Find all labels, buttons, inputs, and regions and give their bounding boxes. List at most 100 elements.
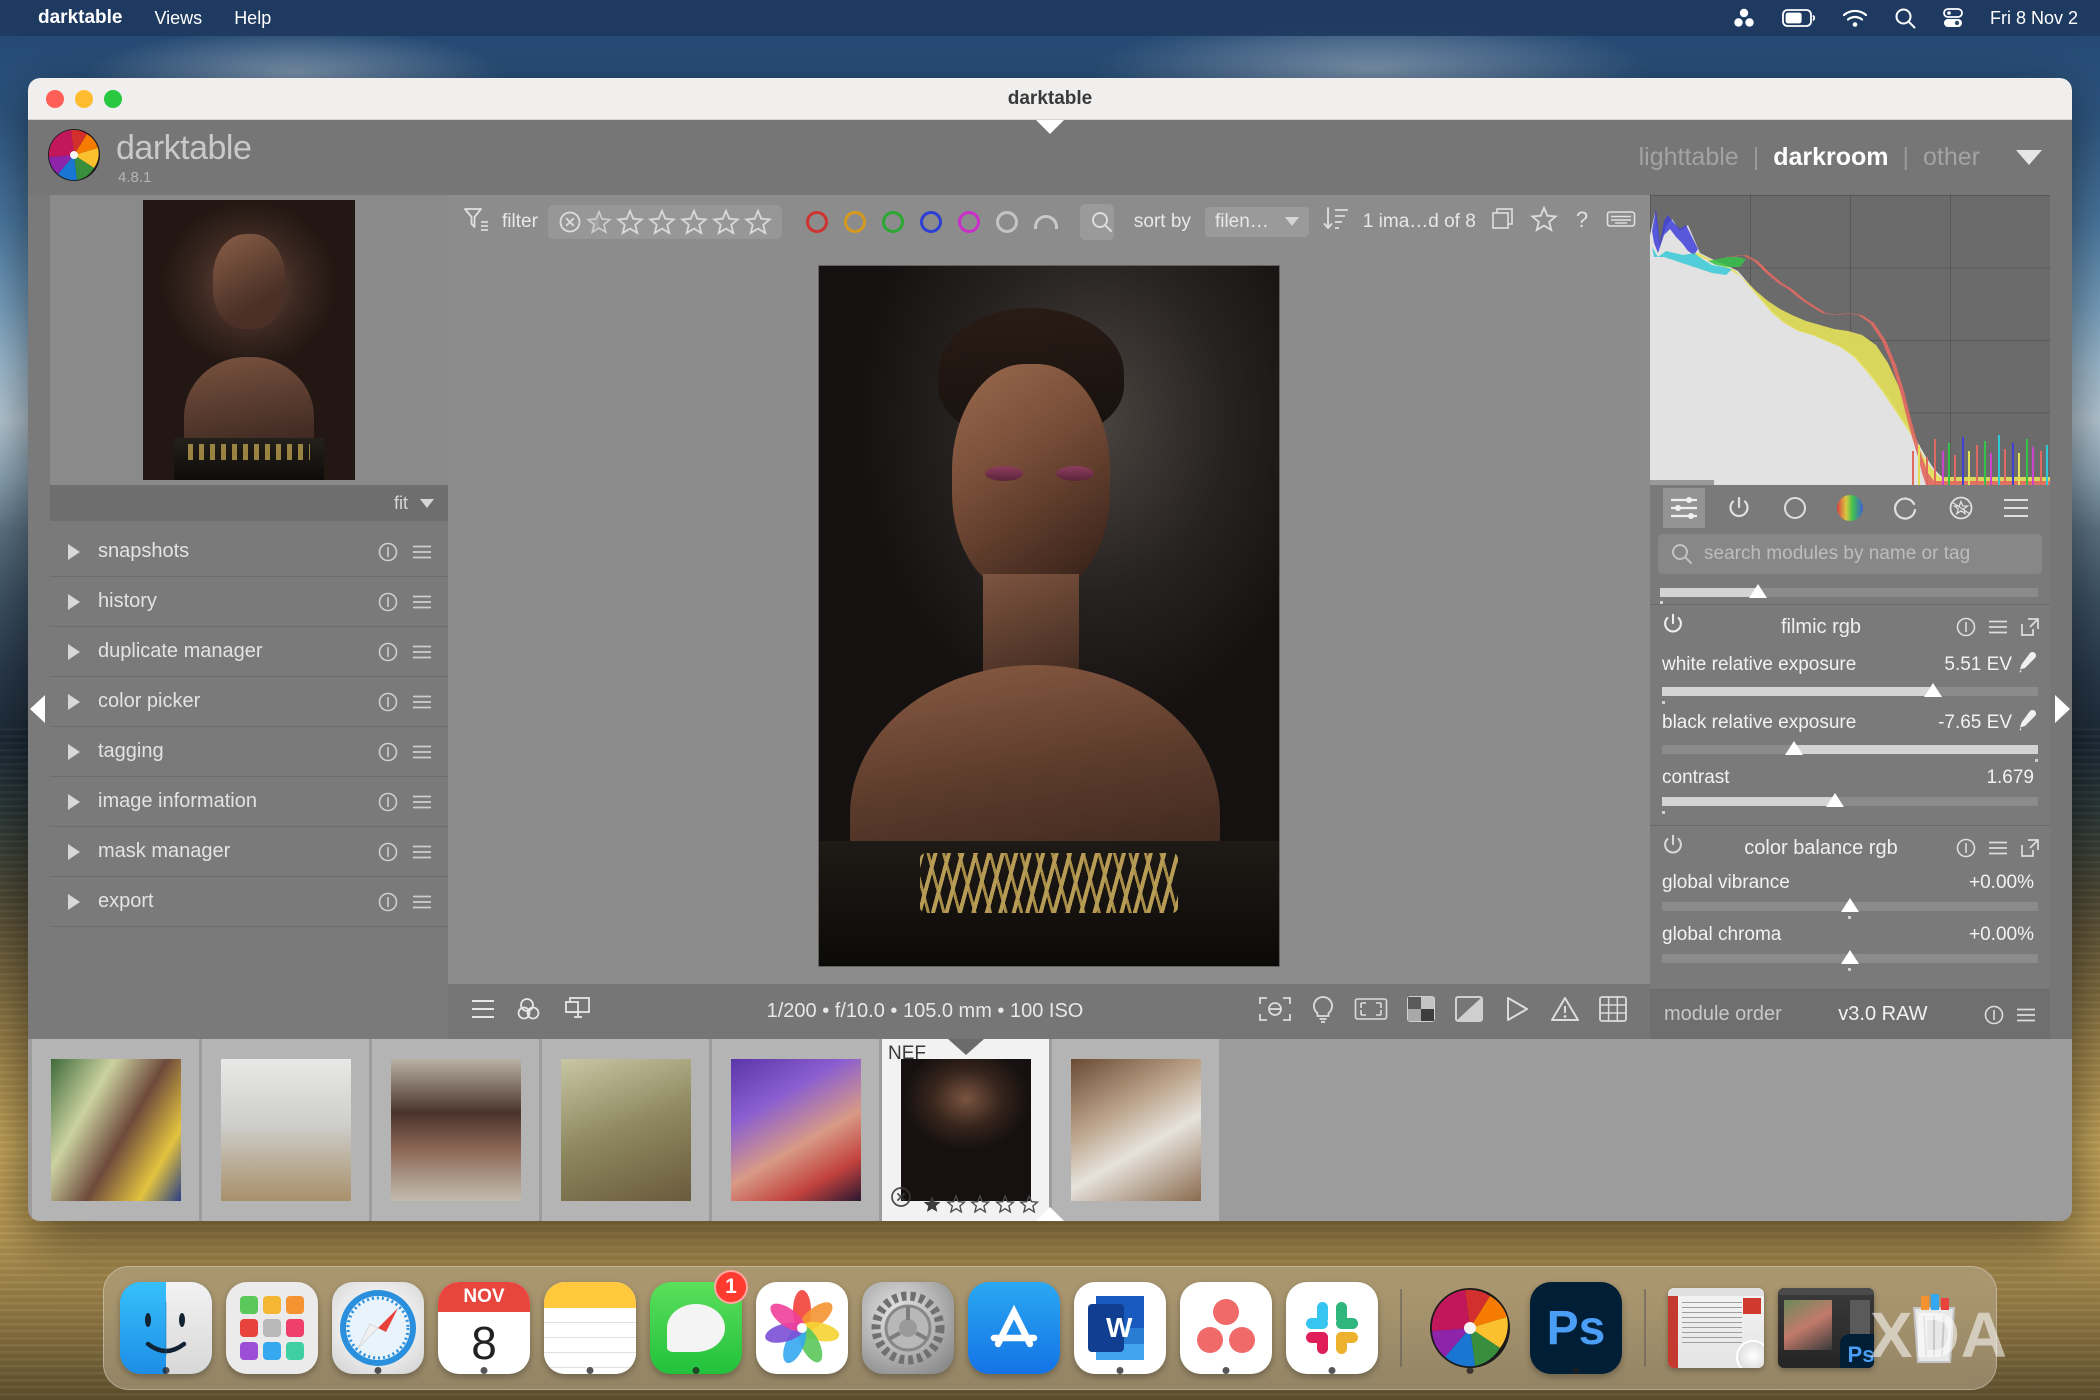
tab-effects-modules[interactable] <box>1940 488 1982 528</box>
param-global-vibrance[interactable]: global vibrance +0.00% <box>1660 870 2040 919</box>
sort-descending-icon[interactable] <box>1323 205 1349 239</box>
gamut-check-icon[interactable] <box>1406 995 1436 1029</box>
sidebar-item-image-information[interactable]: image information <box>50 777 448 827</box>
menubar-clock[interactable]: Fri 8 Nov 2 <box>1990 8 2078 29</box>
collapse-left-panel-triangle[interactable] <box>30 695 45 723</box>
module-search-input[interactable]: search modules by name or tag <box>1658 534 2042 574</box>
dock-item-photoshop[interactable]: Ps <box>1530 1274 1622 1382</box>
navigation-preview[interactable] <box>50 195 448 485</box>
param-black-relative-exposure[interactable]: black relative exposure -7.65 EV <box>1660 707 2040 762</box>
param-slider[interactable] <box>1662 898 2038 919</box>
image-canvas[interactable] <box>448 248 1650 984</box>
dock-item-microsoft-word[interactable]: W <box>1074 1274 1166 1382</box>
param-contrast[interactable]: contrast 1.679 <box>1660 765 2040 814</box>
list-item[interactable] <box>32 1039 202 1221</box>
color-picker-eyedropper-icon[interactable] <box>2016 709 2038 737</box>
sidebar-item-snapshots[interactable]: snapshots <box>50 527 448 577</box>
module-header[interactable]: filmic rgb <box>1660 605 2040 649</box>
menu-app-name[interactable]: darktable <box>18 7 138 29</box>
sidebar-item-tagging[interactable]: tagging <box>50 727 448 777</box>
tab-module-presets[interactable] <box>1995 488 2037 528</box>
portrait-photograph[interactable] <box>819 266 1279 966</box>
param-slider[interactable] <box>1662 793 2038 814</box>
expand-triangle-icon[interactable] <box>68 693 80 710</box>
dock-item-system-settings[interactable] <box>862 1274 954 1382</box>
param-slider[interactable] <box>1662 741 2038 762</box>
module-header[interactable]: color balance rgb <box>1660 826 2040 870</box>
wifi-icon[interactable] <box>1842 8 1868 28</box>
dock-item-app-store[interactable] <box>968 1274 1060 1382</box>
tab-correction-modules[interactable] <box>1884 488 1926 528</box>
collapse-right-panel-triangle[interactable] <box>2055 695 2070 723</box>
chevron-down-icon[interactable] <box>1284 217 1299 226</box>
dock-item-messages[interactable]: 1 <box>650 1270 748 1382</box>
sidebar-item-export[interactable]: export <box>50 877 448 927</box>
expand-triangle-icon[interactable] <box>68 593 80 610</box>
dock-item-darktable[interactable] <box>1424 1274 1516 1382</box>
raw-overexposed-icon[interactable] <box>1354 997 1388 1027</box>
window-titlebar[interactable]: darktable <box>28 78 2072 120</box>
sidebar-item-mask-manager[interactable]: mask manager <box>50 827 448 877</box>
tab-tone-modules[interactable] <box>1774 488 1816 528</box>
chevron-down-icon[interactable] <box>2016 150 2042 165</box>
warning-triangle-icon[interactable] <box>1550 995 1580 1029</box>
sidebar-item-history[interactable]: history <box>50 577 448 627</box>
color-label-purple[interactable] <box>957 210 980 233</box>
duplicate-overlap-icon[interactable] <box>516 997 544 1027</box>
rating-stars[interactable] <box>922 1193 1040 1215</box>
expand-triangle-icon[interactable] <box>68 643 80 660</box>
view-darkroom[interactable]: darkroom <box>1773 143 1888 172</box>
dock-item-safari[interactable] <box>332 1274 424 1382</box>
control-center-icon[interactable] <box>1942 7 1964 29</box>
list-item-selected[interactable]: NEF <box>882 1039 1052 1221</box>
search-input[interactable] <box>1079 203 1114 240</box>
color-picker-eyedropper-icon[interactable] <box>2016 651 2038 679</box>
sidebar-item-color-picker[interactable]: color picker <box>50 677 448 727</box>
dock-item-minimized-word-window[interactable] <box>1668 1274 1764 1382</box>
slider-knob[interactable] <box>1784 741 1803 755</box>
histogram-panel[interactable] <box>1650 195 2050 485</box>
slider-knob[interactable] <box>1841 898 1859 912</box>
focus-peaking-icon[interactable] <box>1258 996 1292 1028</box>
tab-base-modules[interactable] <box>1718 488 1760 528</box>
slider-knob[interactable] <box>1825 793 1844 807</box>
expand-triangle-icon[interactable] <box>68 543 80 560</box>
chevron-down-icon[interactable] <box>420 498 434 508</box>
menu-views[interactable]: Views <box>138 8 218 29</box>
expand-triangle-icon[interactable] <box>68 793 80 810</box>
sort-by-select[interactable]: filen… <box>1204 206 1309 237</box>
module-power-icon[interactable] <box>1660 611 1686 643</box>
sidebar-item-duplicate-manager[interactable]: duplicate manager <box>50 627 448 677</box>
tab-color-modules[interactable] <box>1829 488 1871 528</box>
dock-item-launchpad[interactable] <box>226 1274 318 1382</box>
keyboard-shortcuts-icon[interactable] <box>1606 208 1636 236</box>
color-label-gray[interactable] <box>995 210 1018 233</box>
param-white-relative-exposure[interactable]: white relative exposure 5.51 EV <box>1660 649 2040 704</box>
dock-item-finder[interactable] <box>120 1274 212 1382</box>
module-order-row[interactable]: module order v3.0 RAW <box>1650 989 2050 1039</box>
spotlight-search-icon[interactable] <box>1894 7 1916 29</box>
expand-triangle-icon[interactable] <box>68 843 80 860</box>
filmstrip[interactable]: NEF <box>28 1039 2072 1221</box>
star-overlays-icon[interactable] <box>1529 204 1558 239</box>
module-power-icon[interactable] <box>1660 832 1686 864</box>
list-item[interactable] <box>542 1039 712 1221</box>
reject-circle-x-icon[interactable] <box>890 1186 912 1213</box>
zoom-level-control[interactable]: fit <box>50 485 448 521</box>
dock-item-calendar[interactable]: NOV 8 <box>438 1274 530 1382</box>
asana-menu-icon[interactable] <box>1732 7 1756 29</box>
expand-triangle-icon[interactable] <box>68 743 80 760</box>
color-label-blue[interactable] <box>919 210 942 233</box>
list-item[interactable] <box>712 1039 882 1221</box>
tab-active-modules[interactable] <box>1662 487 1705 528</box>
slider-knob[interactable] <box>1923 683 1942 697</box>
dock-item-notes[interactable] <box>544 1274 636 1382</box>
list-item[interactable] <box>372 1039 542 1221</box>
color-label-arc-icon[interactable] <box>1033 214 1058 229</box>
color-label-red[interactable] <box>805 210 828 233</box>
collapse-top-panel-triangle[interactable] <box>1036 120 1064 134</box>
filter-funnel-icon[interactable] <box>462 205 490 239</box>
menu-help[interactable]: Help <box>218 8 287 29</box>
history-hamburger-icon[interactable] <box>470 998 496 1026</box>
battery-icon[interactable] <box>1782 9 1816 27</box>
